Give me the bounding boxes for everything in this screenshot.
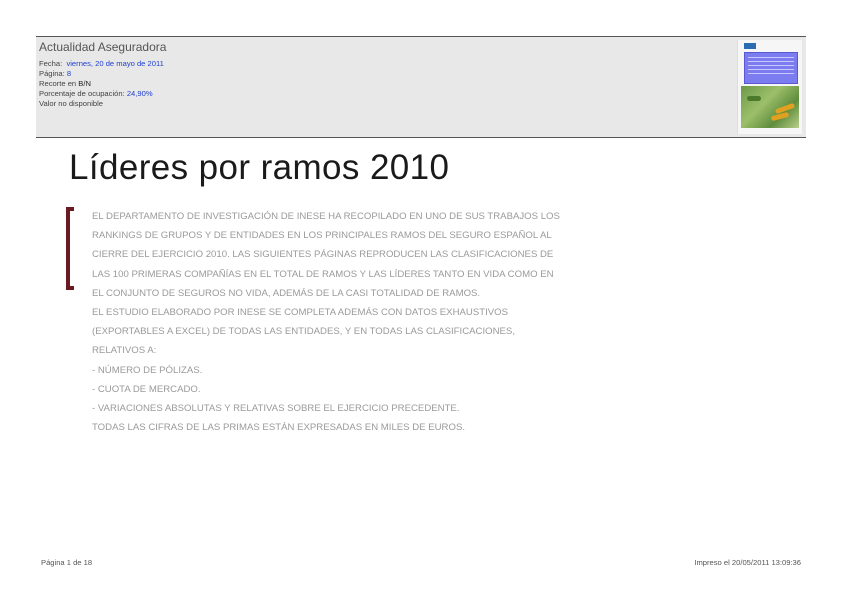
body-line: CIERRE DEL EJERCICIO 2010. LAS SIGUIENTE… <box>92 249 554 261</box>
body-line: (EXPORTABLES A EXCEL) DE TODAS LAS ENTID… <box>92 326 515 338</box>
recorte-row: Recorte en B/N <box>39 79 91 88</box>
body-line: LAS 100 PRIMERAS COMPAÑÍAS EN EL TOTAL D… <box>92 268 554 280</box>
body-line: RANKINGS DE GRUPOS Y DE ENTIDADES EN LOS… <box>92 230 552 242</box>
ocupacion-row: Porcentaje de ocupación: 24,90% <box>39 89 153 98</box>
body-line: - VARIACIONES ABSOLUTAS Y RELATIVAS SOBR… <box>92 403 460 415</box>
body-line: EL ESTUDIO ELABORADO POR INESE SE COMPLE… <box>92 307 509 319</box>
body-line: EL CONJUNTO DE SEGUROS NO VIDA, ADEMÁS D… <box>92 287 481 299</box>
body-line: - NÚMERO DE PÓLIZAS. <box>92 364 203 376</box>
fecha-row: Fecha: viernes, 20 de mayo de 2011 <box>39 59 164 68</box>
body-line: - CUOTA DE MERCADO. <box>92 383 201 395</box>
thumbnail-text-block <box>744 52 798 84</box>
article-title: Líderes por ramos 2010 <box>69 148 450 187</box>
decorative-bracket-icon <box>66 207 74 290</box>
article-body: EL DEPARTAMENTO DE INVESTIGACIÓN DE INES… <box>92 207 612 437</box>
page-thumbnail[interactable] <box>737 40 802 134</box>
publication-name: Actualidad Aseguradora <box>39 40 167 54</box>
recorte-value: B/N <box>78 79 91 88</box>
body-line: EL DEPARTAMENTO DE INVESTIGACIÓN DE INES… <box>92 211 560 222</box>
pagina-row: Página: 8 <box>39 69 72 78</box>
ocupacion-value: 24,90% <box>126 89 153 98</box>
page-counter: Página 1 de 18 <box>41 558 93 567</box>
clipping-meta: Fecha: viernes, 20 de mayo de 2011 Págin… <box>39 59 164 109</box>
clipping-header: Actualidad Aseguradora Fecha: viernes, 2… <box>36 36 806 138</box>
body-line: TODAS LAS CIFRAS DE LAS PRIMAS ESTÁN EXP… <box>92 422 466 434</box>
body-line: RELATIVOS A: <box>92 345 157 357</box>
fecha-value: viernes, 20 de mayo de 2011 <box>66 59 164 68</box>
print-timestamp: Impreso el 20/05/2011 13:09:36 <box>694 558 801 567</box>
thumbnail-logo-icon <box>744 43 756 49</box>
pagina-value: 8 <box>66 69 72 78</box>
thumbnail-photo <box>741 86 799 128</box>
valor-row: Valor no disponible <box>39 99 104 108</box>
